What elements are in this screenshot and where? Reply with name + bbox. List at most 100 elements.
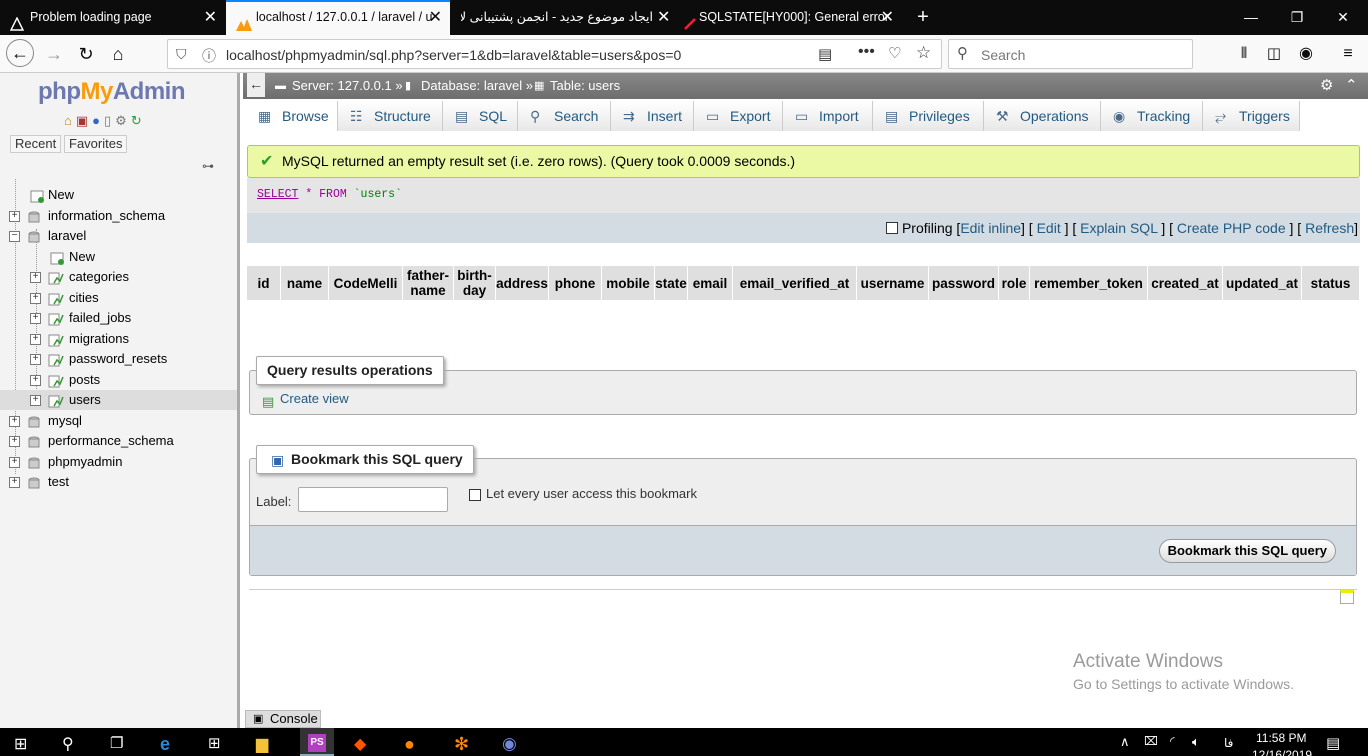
close-icon[interactable]: ✕ (657, 0, 670, 35)
home-icon[interactable]: ⌂ (104, 41, 132, 67)
reader-view-icon[interactable]: ▤ (818, 45, 832, 63)
browser-tab-problem[interactable]: Problem loading page ✕ (0, 0, 225, 35)
bookmark-label-input[interactable] (298, 487, 448, 512)
library-icon[interactable]: ⫴ (1230, 41, 1258, 67)
expand-icon[interactable]: + (30, 272, 41, 283)
breadcrumb-database[interactable]: Database: laravel » (421, 73, 533, 99)
language-indicator[interactable]: فا (1224, 736, 1233, 750)
tab-triggers[interactable]: ⥂ Triggers (1203, 101, 1300, 131)
profiling-checkbox[interactable] (886, 222, 899, 234)
column-header-created-at[interactable]: created_at (1148, 266, 1223, 300)
back-arrow-icon[interactable]: ← (6, 39, 34, 67)
restore-button[interactable]: ❐ (1274, 0, 1320, 35)
tree-item-new[interactable]: New (0, 185, 237, 205)
tree-item-migrations[interactable]: + migrations (0, 329, 237, 349)
tab-privileges[interactable]: ▤ Privileges (873, 101, 984, 131)
bookmark-star-icon[interactable]: ☆ (916, 43, 931, 63)
expand-icon[interactable]: + (9, 457, 20, 468)
network-icon[interactable]: ⌧ (1144, 734, 1164, 754)
column-header-mobile[interactable]: mobile (602, 266, 655, 300)
new-tab-button[interactable]: + (900, 0, 946, 35)
column-header-email-verified-at[interactable]: email_verified_at (733, 266, 857, 300)
column-header-codemelli[interactable]: CodeMelli (329, 266, 403, 300)
discord-icon[interactable]: ◉ (502, 734, 522, 754)
expand-icon[interactable]: + (9, 211, 20, 222)
tree-item-phpmyadmin[interactable]: + phpmyadmin (0, 452, 237, 472)
reload-icon[interactable]: ↻ (72, 41, 100, 67)
column-header-status[interactable]: status (1302, 266, 1360, 300)
tab-tracking[interactable]: ◉ Tracking (1101, 101, 1203, 131)
collapse-icon[interactable]: − (9, 231, 20, 242)
task-view-icon[interactable]: ❐ (110, 734, 130, 754)
browser-tab-sqlstate[interactable]: SQLSTATE[HY000]: General error ✕ (677, 0, 902, 35)
tree-item-failed-jobs[interactable]: + failed_jobs (0, 308, 237, 328)
shield-icon[interactable]: ⛉ (176, 46, 187, 63)
url-bar[interactable]: ⛉ ⓘ localhost/phpmyadmin/sql.php?server=… (167, 39, 942, 69)
git-icon[interactable]: ◆ (354, 734, 374, 754)
note-icon[interactable] (1340, 590, 1354, 604)
breadcrumb-server[interactable]: Server: 127.0.0.1 » (292, 73, 403, 99)
tab-structure[interactable]: ☷ Structure (338, 101, 443, 131)
close-window-button[interactable]: ✕ (1320, 0, 1366, 35)
expand-icon[interactable]: + (30, 354, 41, 365)
expand-icon[interactable]: + (9, 436, 20, 447)
tab-operations[interactable]: ⚒ Operations (984, 101, 1101, 131)
maximize-icon[interactable]: ⌃ (1345, 73, 1358, 99)
column-header-birth-day[interactable]: birth- day (454, 266, 496, 300)
close-icon[interactable]: ✕ (204, 0, 217, 35)
browser-tab-phpmyadmin[interactable]: localhost / 127.0.0.1 / laravel / u ✕ (226, 0, 450, 35)
expand-icon[interactable]: + (9, 477, 20, 488)
pocket-icon[interactable]: ♡ (888, 44, 901, 62)
tree-item-users[interactable]: + users (0, 390, 237, 410)
volume-icon[interactable]: 🔈︎ (1192, 734, 1212, 754)
info-icon[interactable]: ⓘ (202, 46, 216, 66)
settings-icon[interactable]: ⚙ (115, 113, 131, 128)
tree-item-mysql[interactable]: + mysql (0, 411, 237, 431)
bookmark-submit-button[interactable]: Bookmark this SQL query (1158, 539, 1336, 563)
tab-sql[interactable]: ▤ SQL (443, 101, 518, 131)
gear-icon[interactable]: ⚙ (1320, 73, 1333, 99)
expand-icon[interactable]: + (30, 334, 41, 345)
tree-item-new[interactable]: New (0, 247, 237, 267)
docs-icon[interactable]: ▯ (104, 113, 115, 128)
help-icon[interactable]: ● (92, 113, 104, 128)
explain-sql-link[interactable]: Explain SQL (1080, 220, 1157, 236)
forward-arrow-icon[interactable]: → (40, 41, 68, 67)
link-chain-icon[interactable]: ⊶ (202, 159, 214, 173)
search-icon[interactable]: ⚲ (62, 734, 82, 754)
tab-export[interactable]: ▭ Export (694, 101, 783, 131)
close-icon[interactable]: ✕ (881, 0, 894, 35)
home-icon[interactable]: ⌂ (64, 113, 76, 128)
tree-item-laravel[interactable]: − laravel (0, 226, 237, 246)
refresh-link[interactable]: Refresh (1305, 220, 1354, 236)
tray-chevron-icon[interactable]: ∧ (1120, 734, 1140, 754)
edge-icon[interactable]: e (160, 734, 180, 754)
windows-start-icon[interactable]: ⊞ (14, 734, 34, 754)
column-header-address[interactable]: address (496, 266, 549, 300)
xampp-icon[interactable]: ✻ (454, 734, 474, 754)
wifi-icon[interactable]: ◜ (1170, 734, 1190, 754)
console-button[interactable]: ▣ Console (245, 710, 321, 728)
tree-item-cities[interactable]: + cities (0, 288, 237, 308)
recent-tab[interactable]: Recent (10, 135, 62, 153)
collapse-arrow-icon[interactable]: ← (247, 73, 265, 97)
firefox-icon[interactable]: ● (404, 734, 424, 754)
breadcrumb-table[interactable]: Table: users (550, 73, 620, 99)
tree-item-posts[interactable]: + posts (0, 370, 237, 390)
tab-search[interactable]: ⚲ Search (518, 101, 611, 131)
column-header-id[interactable]: id (247, 266, 281, 300)
expand-icon[interactable]: + (30, 293, 41, 304)
minimize-button[interactable]: — (1228, 0, 1274, 35)
tree-item-information-schema[interactable]: + information_schema (0, 206, 237, 226)
search-bar[interactable]: ⚲ Search (948, 39, 1193, 69)
favorites-tab[interactable]: Favorites (64, 135, 128, 153)
tree-item-password-resets[interactable]: + password_resets (0, 349, 237, 369)
column-header-state[interactable]: state (655, 266, 688, 300)
phpstorm-taskbar-button[interactable]: PS (300, 728, 334, 756)
tree-item-test[interactable]: + test (0, 472, 237, 492)
column-header-father-name[interactable]: father- name (403, 266, 454, 300)
tree-item-performance-schema[interactable]: + performance_schema (0, 431, 237, 451)
store-icon[interactable]: ⊞ (208, 734, 228, 754)
browser-tab-forum[interactable]: ایجاد موضوع جدید - انجمن پشتیبانی لاو ✕ (451, 0, 676, 35)
tab-import[interactable]: ▭ Import (783, 101, 873, 131)
